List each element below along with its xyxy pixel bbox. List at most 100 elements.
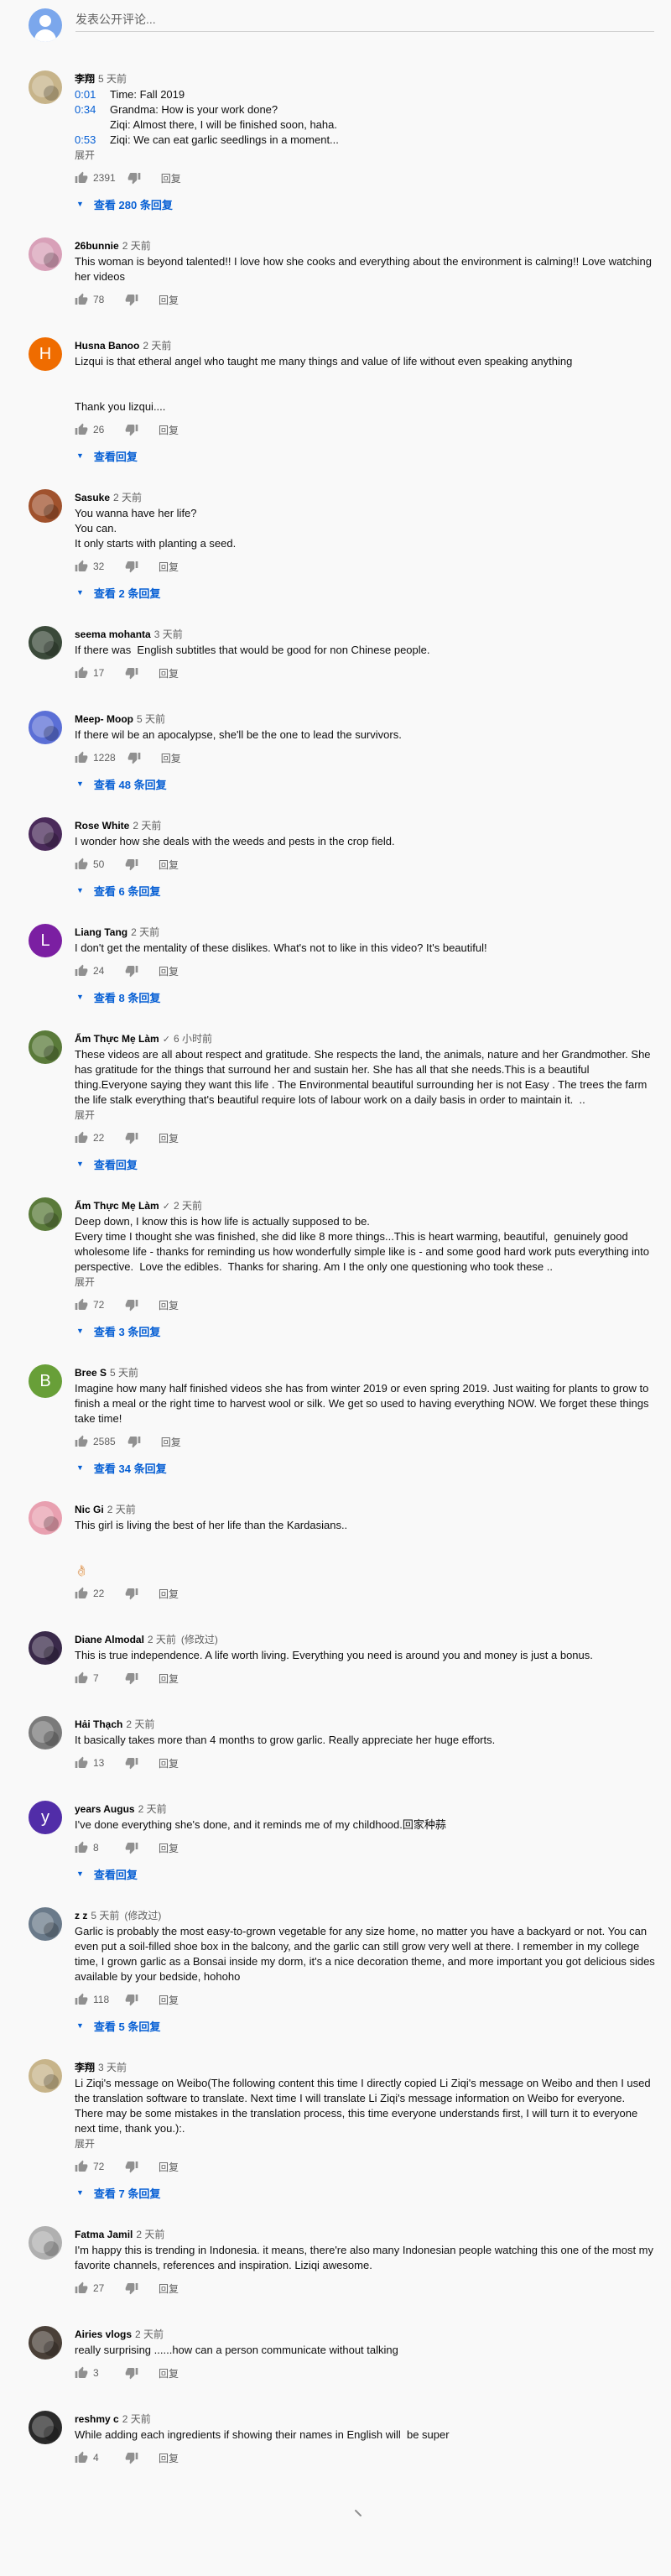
reply-button[interactable]: 回复 bbox=[159, 666, 179, 681]
avatar[interactable] bbox=[29, 626, 62, 660]
comment-time[interactable]: 2 天前 bbox=[107, 1504, 136, 1515]
comment-time[interactable]: 2 天前 bbox=[148, 1634, 176, 1645]
avatar[interactable] bbox=[29, 1197, 62, 1231]
comment-time[interactable]: 2 天前 bbox=[138, 1803, 167, 1815]
thumbs-up-icon[interactable] bbox=[75, 2281, 88, 2295]
comment-time[interactable]: 6 小时前 bbox=[174, 1033, 212, 1045]
reply-button[interactable]: 回复 bbox=[159, 2160, 179, 2174]
view-replies-button[interactable]: ▼ 查看 5 条回复 bbox=[75, 2015, 656, 2036]
comment-time[interactable]: 3 天前 bbox=[98, 2062, 127, 2073]
avatar[interactable] bbox=[29, 1501, 62, 1535]
author-name[interactable]: Bree S bbox=[75, 1367, 107, 1379]
comment-time[interactable]: 2 天前 bbox=[126, 1718, 154, 1730]
view-replies-button[interactable]: ▼ 查看 8 条回复 bbox=[75, 986, 656, 1008]
comment-time[interactable]: 5 天前 bbox=[98, 73, 127, 85]
reply-button[interactable]: 回复 bbox=[159, 1993, 179, 2007]
reply-button[interactable]: 回复 bbox=[159, 1756, 179, 1770]
thumbs-down-icon[interactable] bbox=[125, 964, 138, 978]
timestamp-link[interactable]: 0:53 bbox=[75, 133, 110, 148]
show-more-link[interactable]: 展开 bbox=[75, 1275, 656, 1290]
comment-time[interactable]: 3 天前 bbox=[154, 628, 183, 640]
avatar[interactable] bbox=[29, 8, 62, 42]
reply-button[interactable]: 回复 bbox=[159, 964, 179, 978]
author-name[interactable]: 26bunnie bbox=[75, 240, 119, 252]
reply-button[interactable]: 回复 bbox=[159, 423, 179, 437]
thumbs-down-icon[interactable] bbox=[125, 2366, 138, 2380]
thumbs-down-icon[interactable] bbox=[125, 1993, 138, 2006]
timestamp-link[interactable]: 0:01 bbox=[75, 87, 110, 102]
thumbs-down-icon[interactable] bbox=[125, 858, 138, 871]
thumbs-down-icon[interactable] bbox=[125, 1587, 138, 1600]
view-replies-button[interactable]: ▼ 查看 280 条回复 bbox=[75, 193, 656, 215]
author-name[interactable]: Diane Almodal bbox=[75, 1634, 144, 1645]
reply-button[interactable]: 回复 bbox=[159, 858, 179, 872]
reply-button[interactable]: 回复 bbox=[159, 1298, 179, 1312]
avatar[interactable] bbox=[29, 2411, 62, 2444]
avatar[interactable]: B bbox=[29, 1364, 62, 1398]
thumbs-down-icon[interactable] bbox=[125, 1671, 138, 1685]
avatar[interactable] bbox=[29, 2059, 62, 2093]
reply-button[interactable]: 回复 bbox=[159, 560, 179, 574]
avatar[interactable] bbox=[29, 70, 62, 104]
thumbs-down-icon[interactable] bbox=[125, 666, 138, 680]
avatar[interactable] bbox=[29, 1907, 62, 1941]
comment-time[interactable]: 2 天前 bbox=[131, 926, 159, 938]
thumbs-up-icon[interactable] bbox=[75, 1756, 88, 1770]
view-replies-button[interactable]: ▼ 查看回复 bbox=[75, 445, 656, 467]
thumbs-up-icon[interactable] bbox=[75, 666, 88, 680]
thumbs-down-icon[interactable] bbox=[125, 423, 138, 436]
reply-button[interactable]: 回复 bbox=[159, 1587, 179, 1601]
view-replies-button[interactable]: ▼ 查看 7 条回复 bbox=[75, 2182, 656, 2203]
thumbs-down-icon[interactable] bbox=[125, 1841, 138, 1854]
avatar[interactable] bbox=[29, 1631, 62, 1665]
reply-button[interactable]: 回复 bbox=[159, 293, 179, 307]
thumbs-down-icon[interactable] bbox=[127, 171, 141, 185]
view-replies-button[interactable]: ▼ 查看 3 条回复 bbox=[75, 1320, 656, 1342]
show-more-link[interactable]: 展开 bbox=[75, 1108, 656, 1123]
view-replies-button[interactable]: ▼ 查看回复 bbox=[75, 1153, 656, 1175]
view-replies-button[interactable]: ▼ 查看 34 条回复 bbox=[75, 1457, 656, 1478]
thumbs-down-icon[interactable] bbox=[127, 1435, 141, 1448]
thumbs-up-icon[interactable] bbox=[75, 1131, 88, 1145]
view-replies-button[interactable]: ▼ 查看回复 bbox=[75, 1863, 656, 1885]
thumbs-down-icon[interactable] bbox=[125, 2281, 138, 2295]
author-name[interactable]: Sasuke bbox=[75, 492, 110, 503]
thumbs-down-icon[interactable] bbox=[125, 1131, 138, 1145]
avatar[interactable]: y bbox=[29, 1801, 62, 1834]
author-name[interactable]: Ẩm Thực Mẹ Làm bbox=[75, 1033, 159, 1045]
thumbs-down-icon[interactable] bbox=[127, 751, 141, 764]
comment-time[interactable]: 5 天前 bbox=[137, 713, 165, 725]
thumbs-up-icon[interactable] bbox=[75, 560, 88, 573]
author-name[interactable]: Hải Thạch bbox=[75, 1718, 122, 1730]
reply-button[interactable]: 回复 bbox=[159, 2366, 179, 2380]
author-name[interactable]: Husna Banoo bbox=[75, 340, 139, 352]
reply-button[interactable]: 回复 bbox=[159, 1131, 179, 1145]
author-name[interactable]: Fatma Jamil bbox=[75, 2229, 133, 2240]
author-name[interactable]: Airies vlogs bbox=[75, 2328, 132, 2340]
avatar[interactable]: H bbox=[29, 337, 62, 371]
author-name[interactable]: Nic Gi bbox=[75, 1504, 104, 1515]
thumbs-up-icon[interactable] bbox=[75, 2160, 88, 2173]
thumbs-up-icon[interactable] bbox=[75, 1587, 88, 1600]
thumbs-down-icon[interactable] bbox=[125, 1298, 138, 1311]
comment-input[interactable]: 发表公开评论... bbox=[75, 10, 654, 32]
author-name[interactable]: z z bbox=[75, 1910, 87, 1922]
thumbs-down-icon[interactable] bbox=[125, 2160, 138, 2173]
avatar[interactable] bbox=[29, 2326, 62, 2360]
reply-button[interactable]: 回复 bbox=[159, 2281, 179, 2296]
thumbs-up-icon[interactable] bbox=[75, 858, 88, 871]
thumbs-up-icon[interactable] bbox=[75, 1993, 88, 2006]
reply-button[interactable]: 回复 bbox=[161, 751, 181, 765]
reply-button[interactable]: 回复 bbox=[161, 1435, 181, 1449]
comment-time[interactable]: 2 天前 bbox=[122, 240, 151, 252]
thumbs-up-icon[interactable] bbox=[75, 1298, 88, 1311]
avatar[interactable]: L bbox=[29, 924, 62, 957]
comment-time[interactable]: 2 天前 bbox=[135, 2328, 164, 2340]
thumbs-up-icon[interactable] bbox=[75, 423, 88, 436]
author-name[interactable]: Rose White bbox=[75, 820, 129, 832]
avatar[interactable] bbox=[29, 2226, 62, 2260]
thumbs-down-icon[interactable] bbox=[125, 560, 138, 573]
author-name[interactable]: reshmy c bbox=[75, 2413, 119, 2425]
thumbs-down-icon[interactable] bbox=[125, 293, 138, 306]
author-name[interactable]: seema mohanta bbox=[75, 628, 151, 640]
